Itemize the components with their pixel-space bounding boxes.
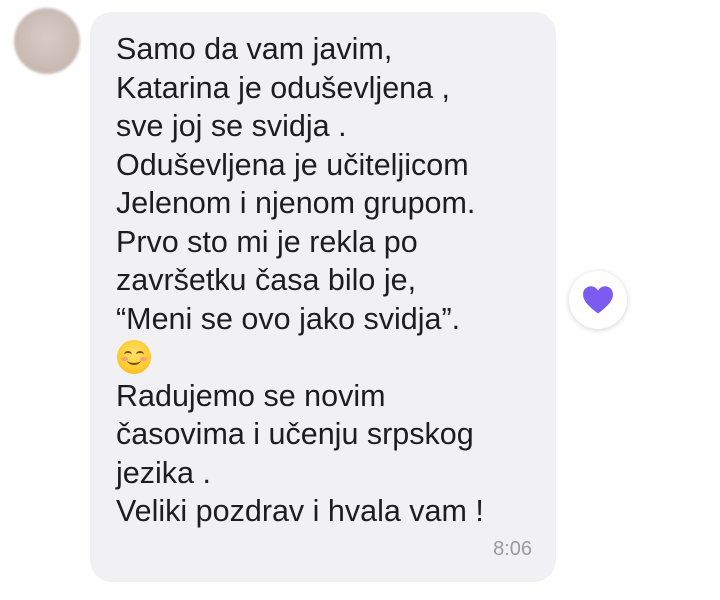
message-line: završetku časa bilo je, xyxy=(116,263,417,297)
sender-avatar[interactable] xyxy=(14,8,80,74)
message-line: Samo da vam javim, xyxy=(116,32,393,66)
message-line: Veliki pozdrav i hvala vam ! xyxy=(116,494,484,528)
purple-heart-icon xyxy=(583,286,613,314)
message-line: jezika . xyxy=(116,455,211,490)
message-line: Radujemo se novim xyxy=(116,378,386,413)
heart-reaction-button[interactable] xyxy=(569,271,627,329)
message-line: sve joj se svidja . xyxy=(116,109,347,143)
message-line: Katarina je oduševljena , xyxy=(116,70,451,105)
message-line: “Meni se ovo jako svidja”. xyxy=(116,301,461,336)
emoji-line xyxy=(116,338,546,377)
smiling-face-emoji-icon xyxy=(117,340,151,374)
message-bubble[interactable]: Samo da vam javim, Katarina je oduševlje… xyxy=(90,12,556,582)
message-line: časovima i učenju srpskog xyxy=(116,417,474,451)
message-line: Oduševljena je učiteljicom xyxy=(116,147,469,182)
message-text: Samo da vam javim, Katarina je oduševlje… xyxy=(116,30,546,531)
message-line: Prvo sto mi je rekla po xyxy=(116,224,418,259)
message-timestamp: 8:06 xyxy=(493,538,532,560)
message-line: Jelenom i njenom grupom. xyxy=(116,186,476,220)
